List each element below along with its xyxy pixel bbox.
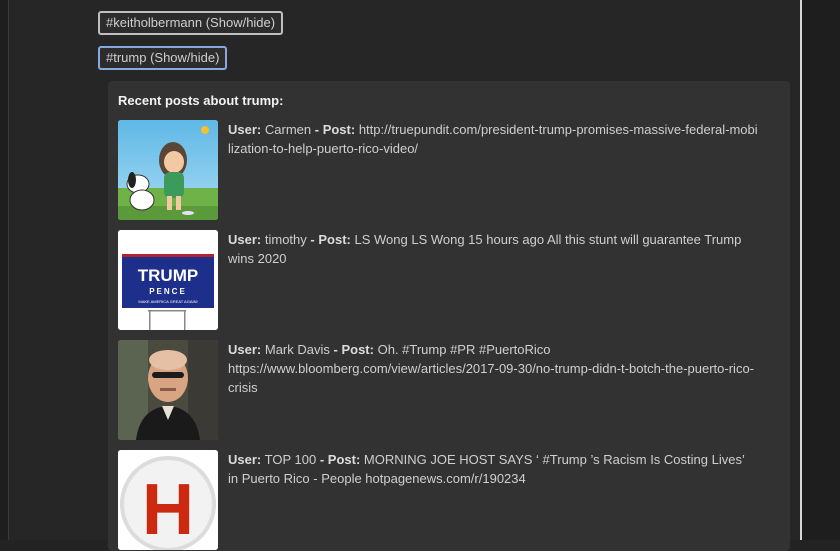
user-label: User:	[228, 452, 262, 467]
left-gutter	[0, 0, 9, 540]
post-thumbnail[interactable]: H	[118, 450, 218, 550]
user-label: User:	[228, 122, 262, 137]
post-label: - Post:	[310, 232, 351, 247]
post-label: - Post:	[333, 342, 374, 357]
post-label: - Post:	[314, 122, 356, 137]
post-item: User: Mark Davis - Post: Oh. #Trump #PR …	[118, 340, 780, 440]
sign-line-1: TRUMP	[138, 266, 198, 285]
post-item: TRUMP PENCE MAKE AMERICA GREAT AGAIN! Us…	[118, 230, 780, 330]
tag-keitholbermann-toggle-button[interactable]: #keitholbermann (Show/hide)	[98, 11, 284, 35]
trump-pence-yard-sign-image: TRUMP PENCE MAKE AMERICA GREAT AGAIN!	[118, 230, 218, 330]
right-sidebar	[800, 0, 840, 540]
post-thumbnail[interactable]	[118, 340, 218, 440]
user-label: User:	[228, 342, 262, 357]
post-text: User: TOP 100 - Post: MORNING JOE HOST S…	[228, 450, 758, 488]
recent-posts-panel: Recent posts about trump: User: Carmen -…	[108, 81, 790, 551]
sign-line-2: PENCE	[149, 287, 187, 296]
post-text: User: timothy - Post: LS Wong LS Wong 15…	[228, 230, 758, 268]
user-label: User:	[228, 232, 262, 247]
peanuts-cartoon-image	[118, 120, 218, 220]
tag-trump-toggle-button[interactable]: #trump (Show/hide)	[98, 46, 228, 70]
post-username: TOP 100	[264, 452, 317, 467]
post-username: Mark Davis	[264, 342, 330, 357]
logo-letter: H	[142, 470, 194, 550]
h-logo-image: H	[118, 450, 218, 550]
post-text: User: Mark Davis - Post: Oh. #Trump #PR …	[228, 340, 758, 397]
post-item: H User: TOP 100 - Post: MORNING JOE HOST…	[118, 450, 780, 550]
man-portrait-image	[118, 340, 218, 440]
post-label: - Post:	[319, 452, 361, 467]
post-thumbnail[interactable]: TRUMP PENCE MAKE AMERICA GREAT AGAIN!	[118, 230, 218, 330]
post-username: timothy	[264, 232, 307, 247]
post-thumbnail[interactable]	[118, 120, 218, 220]
post-text: User: Carmen - Post: http://truepundit.c…	[228, 120, 758, 158]
sign-line-3: MAKE AMERICA GREAT AGAIN!	[138, 299, 197, 304]
post-item: User: Carmen - Post: http://truepundit.c…	[118, 120, 780, 220]
panel-title: Recent posts about trump:	[118, 93, 284, 108]
post-username: Carmen	[264, 122, 312, 137]
